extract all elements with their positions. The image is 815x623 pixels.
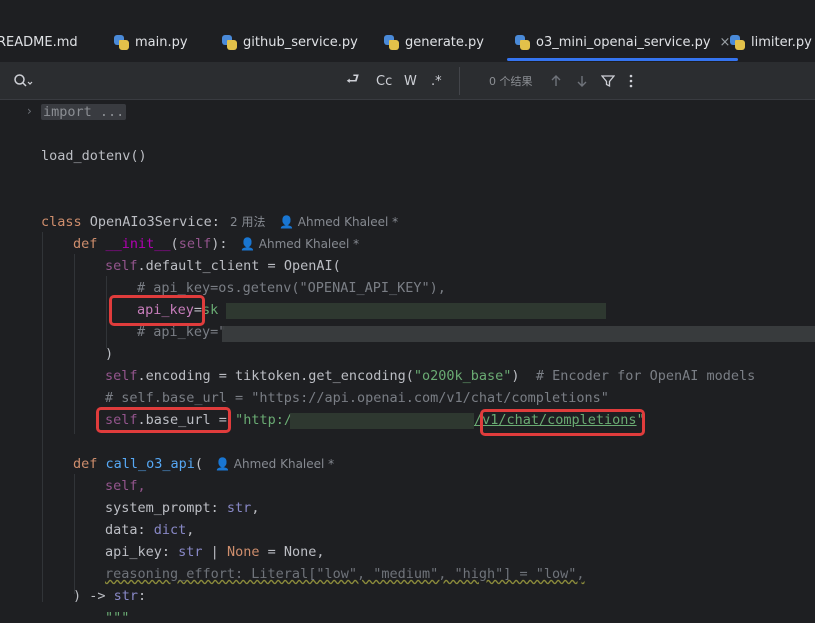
- filter-icon[interactable]: [601, 63, 615, 99]
- more-options-icon[interactable]: [628, 63, 634, 99]
- highlight-box-url-path: [480, 409, 645, 436]
- folded-imports[interactable]: import ...: [41, 104, 127, 120]
- indent-guide: [74, 254, 75, 434]
- tab-main[interactable]: main.py: [114, 22, 188, 62]
- search-icon[interactable]: [13, 63, 33, 99]
- indent-guide: [42, 232, 43, 602]
- redacted-host: [290, 413, 474, 429]
- code-line-class: class OpenAIo3Service:: [41, 214, 220, 230]
- python-file-icon: [384, 34, 399, 50]
- regex-button[interactable]: .*: [431, 63, 442, 99]
- tab-label: generate.py: [405, 34, 484, 50]
- tab-readme[interactable]: README.md: [0, 22, 78, 62]
- tab-label: limiter.py: [751, 34, 812, 50]
- inlay-hint-author[interactable]: 👤 Ahmed Khaleel *: [215, 453, 334, 475]
- code-editor[interactable]: › import ... load_dotenv() class OpenAIo…: [0, 100, 815, 623]
- code-line-param-data: data: dict,: [105, 522, 195, 538]
- search-results-count: 0 个结果: [489, 75, 533, 88]
- code-line-encoding: self.encoding = tiktoken.get_encoding("o…: [105, 368, 756, 384]
- code-line-load-dotenv: load_dotenv(): [41, 148, 147, 164]
- tab-label: github_service.py: [243, 34, 358, 50]
- title-strip: [0, 0, 815, 22]
- tab-label: README.md: [0, 34, 78, 50]
- code-line-default-client: self.default_client = OpenAI(: [105, 258, 341, 274]
- previous-occurrence-icon[interactable]: [549, 63, 563, 99]
- code-line-param-api-key: api_key: str | None = None,: [105, 544, 325, 560]
- redacted-api-key: [226, 303, 606, 319]
- tab-label: o3_mini_openai_service.py: [536, 34, 711, 50]
- replace-toggle-icon[interactable]: ⮐: [346, 63, 360, 99]
- redacted-comment: [222, 326, 815, 342]
- tab-label: main.py: [135, 34, 188, 50]
- tab-generate[interactable]: generate.py: [384, 22, 484, 62]
- fold-chevron-icon[interactable]: ›: [27, 104, 32, 118]
- highlight-box-api-key: [109, 295, 205, 326]
- code-line-close-paren: ): [105, 346, 114, 362]
- tab-github-service[interactable]: github_service.py: [222, 22, 358, 62]
- python-file-icon: [222, 34, 237, 50]
- highlight-box-base-url: [96, 407, 231, 433]
- code-line-def-call: def call_o3_api(: [73, 456, 204, 472]
- close-icon[interactable]: ×: [720, 35, 731, 50]
- python-file-icon: [730, 34, 745, 50]
- python-file-icon: [114, 34, 129, 50]
- code-line-import: import ...: [41, 101, 127, 123]
- code-line-param-system-prompt: system_prompt: str,: [105, 500, 260, 516]
- inlay-hint-usages[interactable]: 2 用法: [230, 211, 265, 233]
- indent-guide: [74, 474, 75, 594]
- inlay-hint-author[interactable]: 👤 Ahmed Khaleel *: [240, 233, 359, 255]
- divider: [459, 67, 460, 95]
- next-occurrence-icon[interactable]: [575, 63, 589, 99]
- tab-limiter[interactable]: limiter.py: [730, 22, 812, 62]
- code-line-docstring: """: [105, 610, 130, 623]
- user-icon: 👤: [215, 457, 230, 471]
- code-line-param-self: self,: [105, 478, 146, 494]
- inlay-hint-author[interactable]: 👤 Ahmed Khaleel *: [279, 211, 398, 233]
- code-line-return-type: ) -> str:: [73, 588, 147, 604]
- match-case-button[interactable]: Cc: [376, 63, 392, 99]
- python-file-icon: [515, 34, 530, 50]
- user-icon: 👤: [279, 215, 294, 229]
- code-line-comment-base-url: # self.base_url = "https://api.openai.co…: [105, 390, 609, 406]
- code-line-param-reasoning: reasoning_effort: Literal["low", "medium…: [105, 566, 585, 582]
- indent-guide: [106, 276, 107, 348]
- code-line-def-init: def __init__(self):: [73, 236, 228, 252]
- find-bar: ⮐ Cc W .* 0 个结果: [0, 63, 815, 100]
- tab-o3-mini-openai-service[interactable]: o3_mini_openai_service.py ×: [507, 22, 739, 62]
- whole-words-button[interactable]: W: [404, 63, 417, 99]
- editor-tab-bar: README.md main.py github_service.py gene…: [0, 22, 815, 63]
- user-icon: 👤: [240, 237, 255, 251]
